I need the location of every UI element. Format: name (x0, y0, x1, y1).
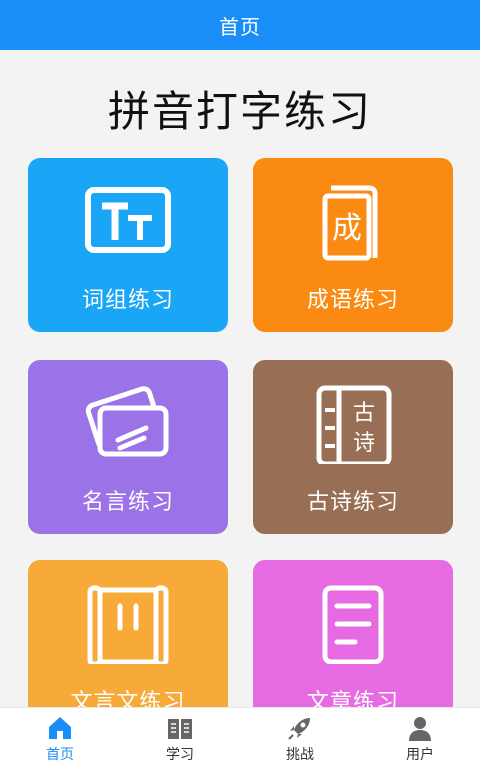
home-icon (49, 717, 71, 739)
nav-label: 挑战 (286, 747, 314, 763)
text-tt-icon (85, 187, 171, 253)
card-idiom-practice[interactable]: 成 成语练习 (253, 158, 453, 332)
card-phrase-practice[interactable]: 词组练习 (28, 158, 228, 332)
card-label: 古诗练习 (306, 490, 399, 515)
nav-home[interactable]: 首页 (0, 708, 120, 770)
nav-study[interactable]: 学习 (120, 708, 240, 770)
book-icon (168, 719, 192, 739)
top-app-bar: 首页 (0, 0, 480, 50)
svg-text:古: 古 (353, 401, 375, 426)
nav-label: 首页 (46, 747, 74, 763)
svg-text:成: 成 (332, 211, 362, 246)
nav-user[interactable]: 用户 (360, 708, 480, 770)
card-label: 成语练习 (306, 288, 399, 313)
ancient-poem-book-icon: 古 诗 (316, 385, 392, 464)
svg-text:诗: 诗 (353, 431, 375, 456)
page-title: 拼音打字练习 (107, 87, 372, 136)
header-title: 首页 (219, 14, 261, 39)
card-quote-practice[interactable]: 名言练习 (28, 360, 228, 534)
card-label: 名言练习 (81, 490, 174, 515)
scroll-icon (87, 585, 169, 664)
quote-cards-icon (85, 386, 169, 457)
card-label: 词组练习 (81, 288, 174, 313)
idiom-book-icon: 成 (322, 185, 378, 261)
nav-label: 用户 (406, 747, 434, 763)
rocket-icon (288, 718, 310, 740)
bottom-navigation: 首页 学习 挑战 用户 (0, 707, 480, 770)
card-poem-practice[interactable]: 古 诗 古诗练习 (253, 360, 453, 534)
nav-label: 学习 (166, 747, 194, 763)
article-icon (322, 585, 384, 664)
user-icon (409, 717, 431, 741)
nav-challenge[interactable]: 挑战 (240, 708, 360, 770)
